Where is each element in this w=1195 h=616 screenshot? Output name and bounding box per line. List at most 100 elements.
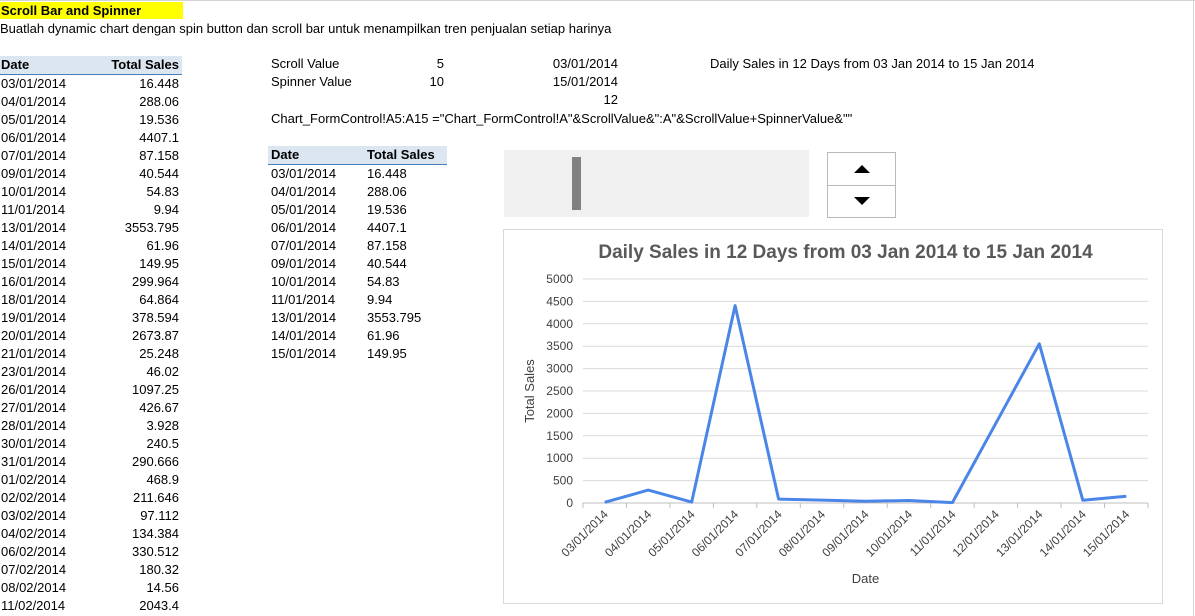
date-cell[interactable]: 28/01/2014: [1, 417, 66, 435]
sales-cell[interactable]: 16.448: [367, 165, 407, 183]
sales-cell[interactable]: 149.95: [139, 255, 179, 273]
sheet-subtitle: Buatlah dynamic chart dengan spin button…: [0, 21, 612, 36]
sales-cell[interactable]: 40.544: [139, 165, 179, 183]
sales-cell[interactable]: 4407.1: [139, 129, 179, 147]
sales-cell[interactable]: 19.536: [367, 201, 407, 219]
sales-cell[interactable]: 3553.795: [125, 219, 179, 237]
sales-cell[interactable]: 4407.1: [367, 219, 407, 237]
sales-cell[interactable]: 54.83: [146, 183, 179, 201]
sales-cell[interactable]: 46.02: [146, 363, 179, 381]
date-cell[interactable]: 15/01/2014: [271, 345, 336, 363]
sales-cell[interactable]: 180.32: [139, 561, 179, 579]
sales-cell[interactable]: 330.512: [132, 543, 179, 561]
date-cell[interactable]: 03/02/2014: [1, 507, 66, 525]
sales-cell[interactable]: 378.594: [132, 309, 179, 327]
date-cell[interactable]: 27/01/2014: [1, 399, 66, 417]
scroll-bar-thumb[interactable]: [572, 157, 581, 210]
sales-cell[interactable]: 134.384: [132, 525, 179, 543]
date-cell[interactable]: 06/01/2014: [1, 129, 66, 147]
date-cell[interactable]: 07/01/2014: [271, 237, 336, 255]
sales-cell[interactable]: 87.158: [139, 147, 179, 165]
spinner-up-button[interactable]: [828, 153, 895, 186]
sales-cell[interactable]: 9.94: [154, 201, 179, 219]
sales-cell[interactable]: 240.5: [146, 435, 179, 453]
sales-cell[interactable]: 468.9: [146, 471, 179, 489]
date-cell[interactable]: 19/01/2014: [1, 309, 66, 327]
date-cell[interactable]: 06/01/2014: [271, 219, 336, 237]
date-cell[interactable]: 31/01/2014: [1, 453, 66, 471]
date-cell[interactable]: 11/01/2014: [271, 291, 335, 309]
date-cell[interactable]: 10/01/2014: [271, 273, 336, 291]
date-cell[interactable]: 02/02/2014: [1, 489, 66, 507]
date-cell[interactable]: 04/02/2014: [1, 525, 66, 543]
sales-cell[interactable]: 14.56: [146, 579, 179, 597]
date-cell[interactable]: 07/02/2014: [1, 561, 66, 579]
spinner-value-cell[interactable]: 10: [380, 73, 444, 91]
date-cell[interactable]: 03/01/2014: [271, 165, 336, 183]
date-cell[interactable]: 13/01/2014: [271, 309, 336, 327]
sales-cell[interactable]: 1097.25: [132, 381, 179, 399]
y-tick-label: 4500: [546, 294, 573, 308]
date-cell[interactable]: 04/01/2014: [271, 183, 336, 201]
date-cell[interactable]: 10/01/2014: [1, 183, 66, 201]
date-cell[interactable]: 04/01/2014: [1, 93, 66, 111]
date-cell[interactable]: 07/01/2014: [1, 147, 66, 165]
x-tick-label: 10/01/2014: [863, 507, 916, 560]
date-cell[interactable]: 16/01/2014: [1, 273, 66, 291]
date-cell[interactable]: 08/02/2014: [1, 579, 66, 597]
sales-cell[interactable]: 16.448: [139, 75, 179, 93]
sales-cell[interactable]: 9.94: [367, 291, 392, 309]
date-cell[interactable]: 11/02/2014: [1, 597, 65, 615]
sales-cell[interactable]: 25.248: [139, 345, 179, 363]
sales-cell[interactable]: 54.83: [367, 273, 400, 291]
date-cell[interactable]: 14/01/2014: [1, 237, 66, 255]
date-cell[interactable]: 21/01/2014: [1, 345, 66, 363]
line-chart[interactable]: Daily Sales in 12 Days from 03 Jan 2014 …: [503, 229, 1163, 604]
date-cell[interactable]: 11/01/2014: [1, 201, 65, 219]
sales-cell[interactable]: 3.928: [146, 417, 179, 435]
date-cell[interactable]: 13/01/2014: [1, 219, 66, 237]
sales-cell[interactable]: 61.96: [146, 237, 179, 255]
date-cell[interactable]: 30/01/2014: [1, 435, 66, 453]
sales-cell[interactable]: 299.964: [132, 273, 179, 291]
table-row: 13/01/2014 3553.795: [268, 309, 447, 327]
date-cell[interactable]: 20/01/2014: [1, 327, 66, 345]
sales-cell[interactable]: 426.67: [139, 399, 179, 417]
date-cell[interactable]: 05/01/2014: [271, 201, 336, 219]
sales-cell[interactable]: 288.06: [139, 93, 179, 111]
date-cell[interactable]: 23/01/2014: [1, 363, 66, 381]
sales-cell[interactable]: 2043.4: [139, 597, 179, 615]
date-cell[interactable]: 06/02/2014: [1, 543, 66, 561]
day-count-cell[interactable]: 12: [520, 91, 618, 109]
start-date-cell[interactable]: 03/01/2014: [520, 55, 618, 73]
spinner-down-button[interactable]: [828, 185, 895, 217]
sales-cell[interactable]: 64.864: [139, 291, 179, 309]
sales-cell[interactable]: 290.666: [132, 453, 179, 471]
scroll-bar-control[interactable]: [504, 150, 809, 217]
sales-cell[interactable]: 288.06: [367, 183, 407, 201]
sales-cell[interactable]: 2673.87: [132, 327, 179, 345]
date-cell[interactable]: 03/01/2014: [1, 75, 66, 93]
sales-cell[interactable]: 3553.795: [367, 309, 421, 327]
sales-cell[interactable]: 149.95: [367, 345, 407, 363]
date-cell[interactable]: 09/01/2014: [271, 255, 336, 273]
date-cell[interactable]: 26/01/2014: [1, 381, 66, 399]
sales-cell[interactable]: 97.112: [140, 507, 179, 525]
date-cell[interactable]: 14/01/2014: [271, 327, 336, 345]
sales-cell[interactable]: 40.544: [367, 255, 407, 273]
date-cell[interactable]: 01/02/2014: [1, 471, 66, 489]
table-row: 06/01/2014 4407.1: [0, 129, 182, 147]
date-cell[interactable]: 09/01/2014: [1, 165, 66, 183]
sales-cell[interactable]: 61.96: [367, 327, 400, 345]
sales-cell[interactable]: 211.646: [133, 489, 179, 507]
table-row: 16/01/2014 299.964: [0, 273, 182, 291]
sales-cell[interactable]: 87.158: [367, 237, 407, 255]
date-cell[interactable]: 15/01/2014: [1, 255, 66, 273]
scroll-value-cell[interactable]: 5: [380, 55, 444, 73]
date-cell[interactable]: 18/01/2014: [1, 291, 66, 309]
sales-cell[interactable]: 19.536: [139, 111, 179, 129]
spinner-control: [827, 152, 896, 218]
date-cell[interactable]: 05/01/2014: [1, 111, 66, 129]
end-date-cell[interactable]: 15/01/2014: [520, 73, 618, 91]
chart-title-cell[interactable]: Daily Sales in 12 Days from 03 Jan 2014 …: [710, 55, 1034, 73]
